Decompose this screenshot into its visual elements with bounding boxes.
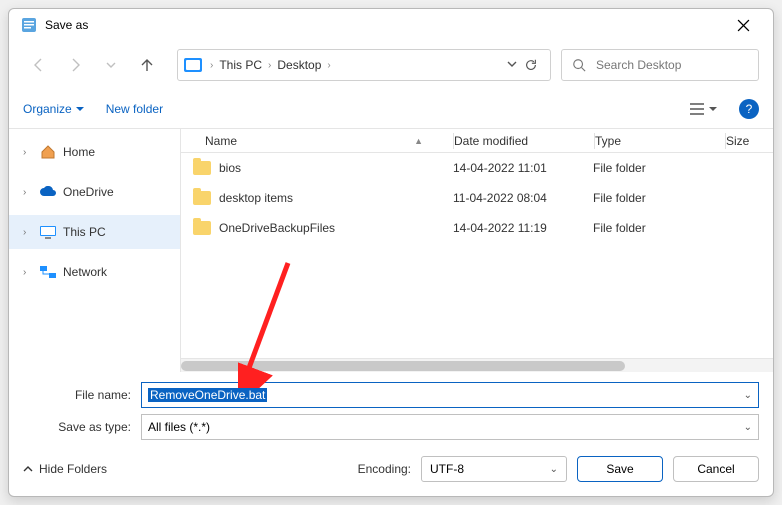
- file-row[interactable]: bios 14-04-2022 11:01 File folder: [181, 153, 773, 183]
- column-headers: Name▲ Date modified Type Size: [181, 129, 773, 153]
- save-as-dialog: Save as › This PC › Desktop › Search Des…: [8, 8, 774, 497]
- column-name[interactable]: Name▲: [181, 134, 453, 148]
- view-options-button[interactable]: [689, 102, 717, 116]
- column-date[interactable]: Date modified: [454, 134, 594, 148]
- close-icon: [737, 19, 750, 32]
- file-date: 14-04-2022 11:19: [453, 221, 593, 235]
- folder-icon: [193, 191, 211, 205]
- encoding-label: Encoding:: [358, 462, 411, 476]
- search-input[interactable]: Search Desktop: [561, 49, 759, 81]
- chevron-right-icon: ›: [208, 60, 215, 71]
- encoding-value: UTF-8: [430, 462, 464, 476]
- help-icon: ?: [746, 102, 753, 116]
- arrow-right-icon: [67, 57, 83, 73]
- column-type[interactable]: Type: [595, 134, 725, 148]
- toolbar: Organize New folder ?: [9, 89, 773, 129]
- sidebar-item-label: This PC: [63, 225, 106, 239]
- folder-icon: [193, 161, 211, 175]
- recent-button[interactable]: [95, 49, 127, 81]
- app-icon: [21, 17, 37, 33]
- chevron-up-icon: [23, 464, 33, 474]
- caret-down-icon: [76, 105, 84, 113]
- sidebar-item-label: OneDrive: [63, 185, 114, 199]
- sidebar-item-label: Network: [63, 265, 107, 279]
- forward-button[interactable]: [59, 49, 91, 81]
- hide-folders-button[interactable]: Hide Folders: [23, 462, 107, 476]
- sidebar-item-thispc[interactable]: › This PC: [9, 215, 180, 249]
- organize-menu[interactable]: Organize: [23, 102, 84, 116]
- file-date: 11-04-2022 08:04: [453, 191, 593, 205]
- file-name: desktop items: [219, 191, 293, 205]
- file-type: File folder: [593, 161, 723, 175]
- sidebar-item-home[interactable]: › Home: [9, 135, 180, 169]
- encoding-select[interactable]: UTF-8 ⌄: [421, 456, 567, 482]
- filename-value: RemoveOneDrive.bat: [148, 388, 267, 402]
- pc-icon: [39, 224, 57, 240]
- search-placeholder: Search Desktop: [596, 58, 681, 72]
- save-button[interactable]: Save: [577, 456, 663, 482]
- refresh-icon[interactable]: [524, 58, 538, 72]
- sidebar-item-network[interactable]: › Network: [9, 255, 180, 289]
- chevron-down-icon: ⌄: [550, 464, 558, 475]
- chevron-right-icon: ›: [325, 60, 332, 71]
- filename-input[interactable]: RemoveOneDrive.bat ⌄: [141, 382, 759, 408]
- file-name: bios: [219, 161, 241, 175]
- chevron-down-icon: [105, 59, 117, 71]
- breadcrumb[interactable]: › This PC › Desktop ›: [177, 49, 551, 81]
- column-size[interactable]: Size: [726, 134, 773, 148]
- saveastype-label: Save as type:: [23, 420, 131, 434]
- chevron-right-icon: ›: [23, 187, 33, 198]
- filename-label: File name:: [23, 388, 131, 402]
- caret-down-icon: [709, 105, 717, 113]
- sidebar: › Home › OneDrive › This PC › Network: [9, 129, 181, 372]
- arrow-left-icon: [31, 57, 47, 73]
- chevron-down-icon[interactable]: ⌄: [744, 422, 752, 433]
- file-row[interactable]: OneDriveBackupFiles 14-04-2022 11:19 Fil…: [181, 213, 773, 243]
- navbar: › This PC › Desktop › Search Desktop: [9, 41, 773, 89]
- file-row[interactable]: desktop items 11-04-2022 08:04 File fold…: [181, 183, 773, 213]
- scrollbar-thumb[interactable]: [181, 361, 625, 371]
- file-type: File folder: [593, 191, 723, 205]
- up-button[interactable]: [131, 49, 163, 81]
- help-button[interactable]: ?: [739, 99, 759, 119]
- close-button[interactable]: [725, 9, 761, 41]
- cancel-button[interactable]: Cancel: [673, 456, 759, 482]
- pc-icon: [184, 58, 202, 72]
- file-type: File folder: [593, 221, 723, 235]
- saveastype-value: All files (*.*): [148, 420, 210, 434]
- arrow-up-icon: [139, 57, 155, 73]
- chevron-right-icon: ›: [23, 227, 33, 238]
- footer: Hide Folders Encoding: UTF-8 ⌄ Save Canc…: [9, 446, 773, 496]
- home-icon: [39, 144, 57, 160]
- chevron-right-icon: ›: [266, 60, 273, 71]
- folder-icon: [193, 221, 211, 235]
- form-area: File name: RemoveOneDrive.bat ⌄ Save as …: [9, 372, 773, 446]
- sidebar-item-onedrive[interactable]: › OneDrive: [9, 175, 180, 209]
- breadcrumb-seg-thispc[interactable]: This PC: [215, 58, 266, 72]
- titlebar: Save as: [9, 9, 773, 41]
- network-icon: [39, 264, 57, 280]
- sort-asc-icon: ▲: [414, 136, 423, 146]
- saveastype-combo[interactable]: All files (*.*) ⌄: [141, 414, 759, 440]
- chevron-right-icon: ›: [23, 267, 33, 278]
- horizontal-scrollbar[interactable]: [181, 358, 773, 372]
- file-list: Name▲ Date modified Type Size bios 14-04…: [181, 129, 773, 372]
- new-folder-button[interactable]: New folder: [106, 102, 163, 116]
- title-text: Save as: [45, 18, 725, 32]
- chevron-down-icon[interactable]: [506, 58, 518, 70]
- list-view-icon: [689, 102, 705, 116]
- cloud-icon: [39, 184, 57, 200]
- file-name: OneDriveBackupFiles: [219, 221, 335, 235]
- search-icon: [572, 58, 586, 72]
- sidebar-item-label: Home: [63, 145, 95, 159]
- chevron-down-icon[interactable]: ⌄: [744, 390, 752, 401]
- breadcrumb-seg-desktop[interactable]: Desktop: [273, 58, 325, 72]
- chevron-right-icon: ›: [23, 147, 33, 158]
- file-date: 14-04-2022 11:01: [453, 161, 593, 175]
- back-button[interactable]: [23, 49, 55, 81]
